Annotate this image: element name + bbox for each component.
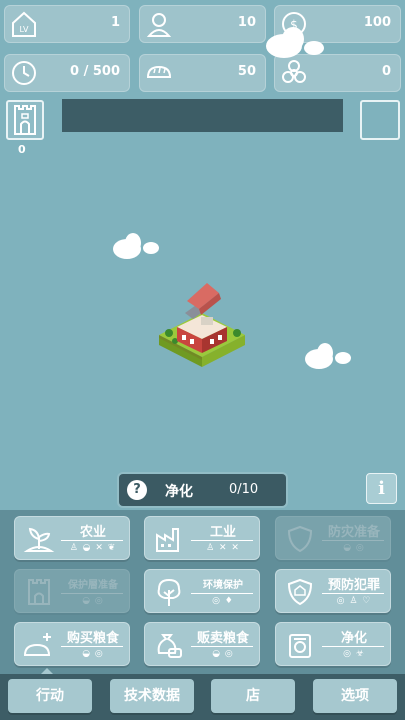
time-stat: 0 / 500 <box>4 54 130 92</box>
label-underline <box>191 593 253 594</box>
purify-label: 净化 <box>165 484 193 500</box>
clock-icon <box>12 61 36 85</box>
level-value: 1 <box>110 15 120 30</box>
purify-effect-icons: ◎ ☣ <box>343 649 365 659</box>
tree-icon <box>157 578 181 606</box>
disaster-prep-button[interactable]: 防灾准备 ◒ ◎ <box>275 516 391 560</box>
level-stat: LV 1 <box>4 5 130 43</box>
info-bar <box>62 99 343 132</box>
disaster-prep-effect-icons: ◒ ◎ <box>343 543 365 553</box>
cloud <box>305 343 351 369</box>
label-underline <box>322 593 384 594</box>
label-underline <box>322 646 384 647</box>
protect-prep-effect-icons: ◒ ◎ <box>82 596 104 606</box>
sell-food-effect-icons: ◒ ◎ <box>212 649 234 659</box>
food-stat: 50 <box>139 54 266 92</box>
cloud <box>266 27 324 58</box>
population-stat: 10 <box>139 5 266 43</box>
crime-prevention-label: 预防犯罪 <box>327 578 380 593</box>
info-button[interactable]: i <box>366 473 397 504</box>
industry-effect-icons: ♙ ✕ ✕ <box>206 543 240 553</box>
protect-prep-label: 保护層准备 <box>68 580 118 591</box>
bread-plus-icon <box>23 633 51 656</box>
agriculture-effect-icons: ♙ ◒ ✕ ❦ <box>69 543 117 553</box>
environment-label: 环境保护 <box>203 580 243 591</box>
active-tab-indicator <box>41 668 53 674</box>
square-button[interactable] <box>360 100 400 140</box>
factory-icon <box>156 528 179 552</box>
money-bag-bread-icon <box>157 634 182 658</box>
label-underline <box>61 540 123 541</box>
crime-prevention-button[interactable]: 预防犯罪 ◎ ♙ ♡ <box>275 569 391 613</box>
castle-icon <box>28 579 50 605</box>
purify-progress-banner: ? 净化 0/10 <box>119 474 286 506</box>
population-value: 10 <box>237 15 256 30</box>
svg-text:LV: LV <box>19 25 29 34</box>
tab-tech-data[interactable]: 技术数据 <box>110 679 194 713</box>
tab-options[interactable]: 选项 <box>313 679 397 713</box>
agriculture-label: 农业 <box>79 525 106 540</box>
help-icon[interactable]: ? <box>127 480 147 500</box>
protect-prep-button[interactable]: 保护層准备 ◒ ◎ <box>14 569 130 613</box>
food-value: 50 <box>237 64 256 79</box>
sell-food-button[interactable]: 贩卖粮食 ◒ ◎ <box>144 622 260 666</box>
shield-icon <box>287 525 313 553</box>
cloud <box>113 233 159 259</box>
industry-button[interactable]: 工业 ♙ ✕ ✕ <box>144 516 260 560</box>
industry-label: 工业 <box>209 525 236 540</box>
buy-food-effect-icons: ◒ ◎ <box>82 649 104 659</box>
purify-action-label: 净化 <box>340 631 367 646</box>
castle-count: 0 <box>18 143 26 156</box>
purify-progress: 0/10 <box>229 482 259 497</box>
bread-icon <box>146 65 172 78</box>
pollution-value: 0 <box>381 64 391 79</box>
label-underline <box>322 540 384 541</box>
factory-island[interactable] <box>155 275 250 375</box>
person-icon <box>146 13 172 37</box>
time-value: 0 / 500 <box>70 64 120 79</box>
label-underline <box>61 593 123 594</box>
tab-shop[interactable]: 店 <box>211 679 295 713</box>
sprout-icon <box>23 527 55 552</box>
shield-house-icon <box>287 578 313 606</box>
buy-food-button[interactable]: 购买粮食 ◒ ◎ <box>14 622 130 666</box>
label-underline <box>191 646 253 647</box>
environment-effect-icons: ◎ ♦ <box>212 596 234 606</box>
money-value: 100 <box>363 15 391 30</box>
environment-button[interactable]: 环境保护 ◎ ♦ <box>144 569 260 613</box>
purify-button[interactable]: 净化 ◎ ☣ <box>275 622 391 666</box>
agriculture-button[interactable]: 农业 ♙ ◒ ✕ ❦ <box>14 516 130 560</box>
level-house-icon: LV <box>12 11 36 37</box>
label-underline <box>191 540 253 541</box>
sell-food-label: 贩卖粮食 <box>196 631 249 646</box>
disaster-prep-label: 防灾准备 <box>327 525 380 540</box>
castle-button[interactable] <box>6 100 44 140</box>
crime-prevention-effect-icons: ◎ ♙ ♡ <box>336 596 372 606</box>
buy-food-label: 购买粮食 <box>66 631 119 646</box>
tab-actions[interactable]: 行动 <box>8 679 92 713</box>
castle-icon <box>14 105 36 135</box>
label-underline <box>61 646 123 647</box>
purifier-icon <box>289 634 311 658</box>
